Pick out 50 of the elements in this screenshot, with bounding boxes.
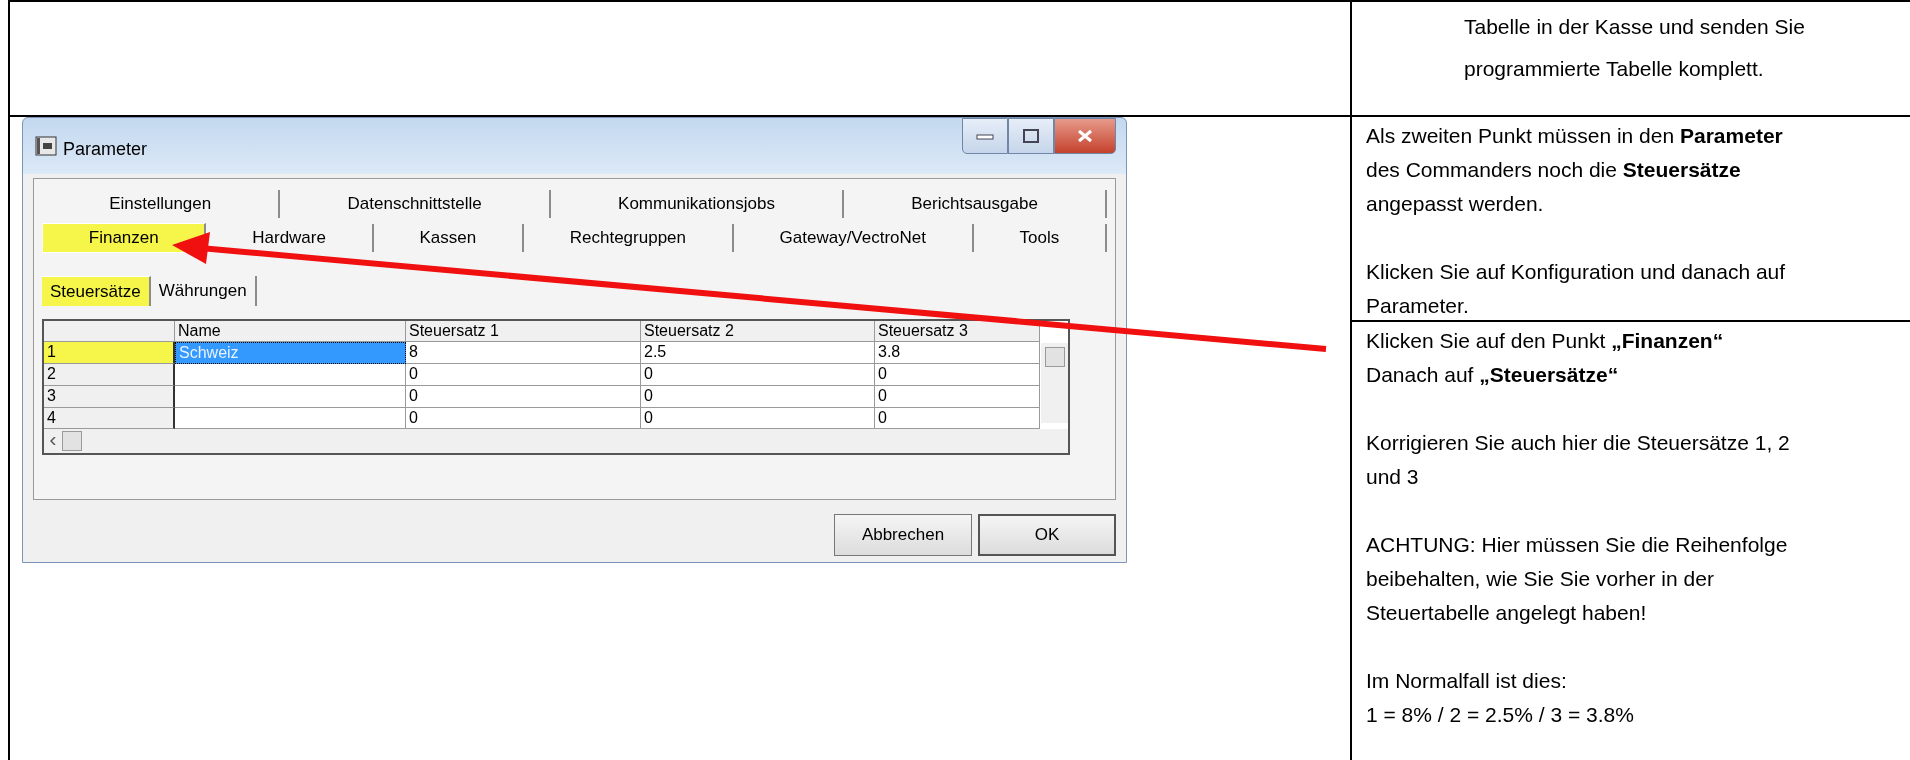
- tab[interactable]: Einstellungen: [42, 190, 281, 218]
- table-cell[interactable]: 0: [406, 385, 641, 408]
- table-cell[interactable]: 0: [875, 364, 1040, 386]
- table-cell[interactable]: 0: [875, 385, 1040, 408]
- table-cell[interactable]: [175, 385, 406, 408]
- paragraph: Klicken Sie auf Konfiguration und danach auf Parameter.: [1366, 259, 1787, 319]
- vertical-scrollbar[interactable]: [1041, 343, 1068, 423]
- table-cell[interactable]: 0: [641, 364, 875, 386]
- row-header[interactable]: 1: [44, 342, 175, 364]
- minimize-icon: [975, 131, 995, 141]
- ok-button[interactable]: OK: [978, 514, 1116, 556]
- scroll-left-icon: [50, 437, 56, 446]
- maximize-button[interactable]: [1008, 118, 1054, 154]
- row-header[interactable]: 4: [44, 407, 175, 430]
- close-icon: [1077, 129, 1093, 143]
- column-header[interactable]: Steuersatz 2: [641, 321, 875, 342]
- maximize-icon: [1022, 128, 1040, 144]
- table-cell[interactable]: 0: [641, 385, 875, 408]
- paragraph: Tabelle in der Kasse und senden Sie programmierte Tabelle komplett.: [1464, 14, 1806, 82]
- paragraph: Klicken Sie auf den Punkt „Finanzen“ Danach auf „Steuersätze“: [1366, 328, 1725, 388]
- tab[interactable]: Kommunikationsjobs: [550, 190, 845, 218]
- table-cell[interactable]: 3.8: [875, 342, 1040, 364]
- paragraph: Als zweiten Punkt müssen in den Parameter des Commanders noch die Steuersätze angepasst werden.: [1366, 123, 1784, 217]
- tab[interactable]: Berichtsausgabe: [844, 190, 1107, 218]
- table-cell[interactable]: [175, 364, 406, 386]
- subtab[interactable]: Steuersätze: [42, 276, 151, 306]
- tab[interactable]: Tools: [973, 224, 1108, 252]
- row-header[interactable]: 2: [44, 364, 175, 386]
- tab[interactable]: Finanzen: [42, 223, 207, 253]
- app-icon: [35, 136, 57, 156]
- window-title: Parameter: [63, 139, 148, 160]
- row-header[interactable]: 3: [44, 385, 175, 408]
- column-header[interactable]: Steuersatz 3: [875, 321, 1040, 342]
- paragraph: Im Normalfall ist dies: 1 = 8% / 2 = 2.5% / 3 = 3.8%: [1366, 668, 1635, 728]
- horizontal-scrollbar[interactable]: [44, 429, 1068, 453]
- table-cell[interactable]: 0: [406, 364, 641, 386]
- column-header[interactable]: Name: [175, 321, 406, 342]
- column-header[interactable]: Steuersatz 1: [406, 321, 641, 342]
- paragraph: Korrigieren Sie auch hier die Steuersätze 1, 2 und 3: [1366, 430, 1791, 490]
- cancel-button[interactable]: Abbrechen: [834, 514, 972, 556]
- scroll-thumb[interactable]: [62, 431, 82, 452]
- tab[interactable]: Rechtegruppen: [524, 224, 734, 252]
- tab[interactable]: Kassen: [373, 224, 524, 252]
- close-button[interactable]: [1054, 118, 1116, 154]
- paragraph: ACHTUNG: Hier müssen Sie die Reihenfolge beibehalten, wie Sie Sie vorher in der Steuertabelle angelegt haben!: [1366, 532, 1789, 626]
- subtab[interactable]: Währungen: [150, 276, 257, 306]
- table-cell[interactable]: 8: [406, 342, 641, 364]
- table-cell[interactable]: 2.5: [641, 342, 875, 364]
- tab[interactable]: Datenschnittstelle: [280, 190, 551, 218]
- tab[interactable]: Gateway/VectroNet: [733, 224, 974, 252]
